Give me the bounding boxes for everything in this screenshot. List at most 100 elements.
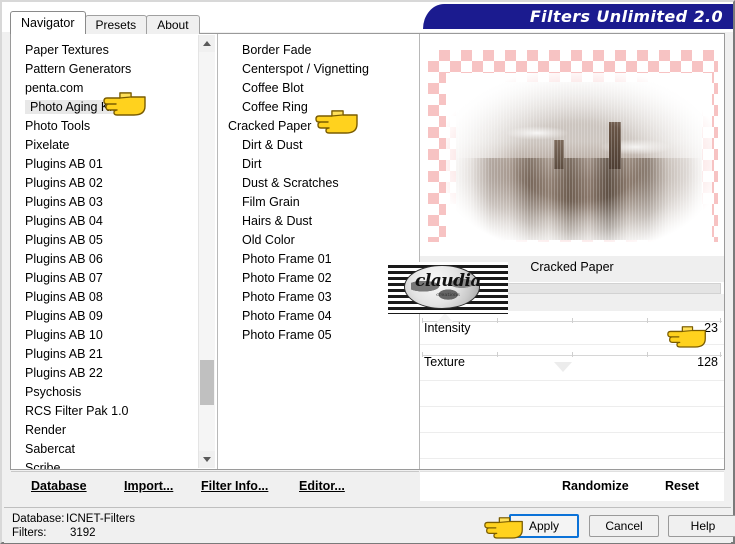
list-item[interactable]: Plugins AB 10 bbox=[11, 326, 217, 345]
list-item[interactable]: Dirt bbox=[228, 155, 418, 174]
transparency-checkerboard bbox=[428, 50, 718, 250]
cancel-button[interactable]: Cancel bbox=[589, 515, 659, 537]
status-database-value: ICNET-Filters bbox=[66, 513, 135, 525]
list-item[interactable]: Plugins AB 21 bbox=[11, 345, 217, 364]
status-database-label: Database: bbox=[12, 513, 65, 525]
row-separator bbox=[420, 344, 724, 345]
list-item[interactable]: RCS Filter Pak 1.0 bbox=[11, 402, 217, 421]
list-item[interactable]: Render bbox=[11, 421, 217, 440]
watermark-subtext: creations bbox=[436, 292, 460, 298]
reset-button[interactable]: Reset bbox=[665, 479, 699, 493]
slider-value: 128 bbox=[697, 355, 718, 369]
watermark-text: claudia bbox=[414, 271, 482, 291]
tab-navigator[interactable]: Navigator bbox=[10, 11, 86, 34]
list-item[interactable]: Plugins AB 01 bbox=[11, 155, 217, 174]
filter-info-button[interactable]: Filter Info... bbox=[201, 479, 268, 493]
category-list-scrollbar[interactable] bbox=[198, 35, 215, 468]
import-button-label: Import... bbox=[124, 479, 174, 493]
list-item[interactable]: Plugins AB 07 bbox=[11, 269, 217, 288]
panel-divider-1 bbox=[217, 34, 218, 469]
slider-value: 23 bbox=[704, 321, 718, 335]
slider-tick bbox=[572, 318, 573, 323]
list-item[interactable]: Plugins AB 06 bbox=[11, 250, 217, 269]
apply-button[interactable]: Apply bbox=[509, 514, 579, 538]
list-item[interactable]: Plugins AB 04 bbox=[11, 212, 217, 231]
category-selected-label: Photo Aging Kit bbox=[25, 100, 121, 114]
slider-label: Intensity bbox=[424, 321, 471, 335]
list-item-selected[interactable]: Cracked Paper bbox=[228, 117, 418, 136]
vignette-overlay bbox=[446, 72, 712, 250]
chevron-down-icon bbox=[203, 457, 211, 462]
claudia-watermark: claudia creations bbox=[388, 262, 508, 314]
list-item[interactable]: Plugins AB 05 bbox=[11, 231, 217, 250]
list-item[interactable]: Psychosis bbox=[11, 383, 217, 402]
list-item[interactable]: Centerspot / Vignetting bbox=[228, 60, 418, 79]
row-separator bbox=[420, 458, 724, 459]
slider-texture[interactable]: Texture 128 bbox=[420, 346, 724, 380]
list-item[interactable]: Plugins AB 02 bbox=[11, 174, 217, 193]
slider-tick bbox=[720, 318, 721, 323]
list-item[interactable]: Old Color bbox=[228, 231, 418, 250]
scroll-up-button[interactable] bbox=[199, 35, 215, 52]
list-item[interactable]: Dirt & Dust bbox=[228, 136, 418, 155]
category-list[interactable]: Paper Textures Pattern Generators penta.… bbox=[11, 34, 217, 469]
list-item[interactable]: Hairs & Dust bbox=[228, 212, 418, 231]
list-item[interactable]: Plugins AB 03 bbox=[11, 193, 217, 212]
command-bar-right: Randomize Reset bbox=[420, 471, 724, 501]
database-button[interactable]: Database bbox=[31, 479, 87, 493]
slider-tick bbox=[422, 318, 423, 323]
row-separator bbox=[420, 380, 724, 381]
randomize-button[interactable]: Randomize bbox=[562, 479, 629, 493]
slider-label: Texture bbox=[424, 355, 465, 369]
list-item[interactable]: Scribe bbox=[11, 459, 217, 469]
list-item[interactable]: Plugins AB 22 bbox=[11, 364, 217, 383]
chevron-up-icon bbox=[203, 41, 211, 46]
row-separator bbox=[420, 406, 724, 407]
help-button[interactable]: Help bbox=[668, 515, 735, 537]
slider-tick bbox=[647, 318, 648, 323]
filter-list[interactable]: Border Fade Centerspot / Vignetting Coff… bbox=[228, 34, 418, 469]
app-title: Filters Unlimited 2.0 bbox=[529, 7, 723, 26]
slider-tick bbox=[497, 352, 498, 357]
editor-button[interactable]: Editor... bbox=[299, 479, 345, 493]
list-item[interactable]: penta.com bbox=[11, 79, 217, 98]
preview-area bbox=[422, 36, 722, 253]
tab-about[interactable]: About bbox=[146, 15, 200, 34]
list-item[interactable]: Dust & Scratches bbox=[228, 174, 418, 193]
slider-intensity[interactable]: Intensity 23 bbox=[420, 312, 724, 346]
list-item[interactable]: Coffee Ring bbox=[228, 98, 418, 117]
status-filters-value: 3192 bbox=[70, 527, 96, 539]
list-item[interactable]: Sabercat bbox=[11, 440, 217, 459]
slider-tick bbox=[422, 352, 423, 357]
list-item[interactable]: Pixelate bbox=[11, 136, 217, 155]
list-item[interactable]: Plugins AB 08 bbox=[11, 288, 217, 307]
slider-thumb[interactable] bbox=[554, 362, 572, 372]
scroll-down-button[interactable] bbox=[199, 451, 215, 468]
status-filters-label: Filters: bbox=[12, 527, 47, 539]
list-item[interactable]: Photo Tools bbox=[11, 117, 217, 136]
list-item[interactable]: Photo Frame 05 bbox=[228, 326, 418, 345]
title-banner: Filters Unlimited 2.0 bbox=[423, 4, 733, 29]
slider-tick bbox=[720, 352, 721, 357]
database-button-label: Database bbox=[31, 479, 87, 493]
tab-strip: Navigator Presets About bbox=[10, 11, 200, 34]
slider-tick bbox=[572, 352, 573, 357]
filters-unlimited-window: Filters Unlimited 2.0 Navigator Presets … bbox=[0, 0, 735, 544]
import-button[interactable]: Import... bbox=[124, 479, 173, 493]
tab-presets[interactable]: Presets bbox=[84, 15, 148, 34]
editor-button-label: Editor... bbox=[299, 479, 345, 493]
filter-info-button-label: Filter Info... bbox=[201, 479, 269, 493]
scrollbar-thumb[interactable] bbox=[200, 360, 214, 405]
slider-tick bbox=[647, 352, 648, 357]
list-item-selected[interactable]: Photo Aging Kit bbox=[11, 98, 217, 117]
list-item[interactable]: Border Fade bbox=[228, 41, 418, 60]
list-item[interactable]: Coffee Blot bbox=[228, 79, 418, 98]
list-item[interactable]: Plugins AB 09 bbox=[11, 307, 217, 326]
list-item[interactable]: Film Grain bbox=[228, 193, 418, 212]
row-separator bbox=[420, 432, 724, 433]
list-item[interactable]: Pattern Generators bbox=[11, 60, 217, 79]
category-list-items: Paper Textures Pattern Generators penta.… bbox=[11, 34, 217, 469]
list-item[interactable]: Paper Textures bbox=[11, 41, 217, 60]
right-panel: Cracked Paper Intensity 23 Texture 128 bbox=[420, 34, 724, 469]
slider-tick bbox=[497, 318, 498, 323]
